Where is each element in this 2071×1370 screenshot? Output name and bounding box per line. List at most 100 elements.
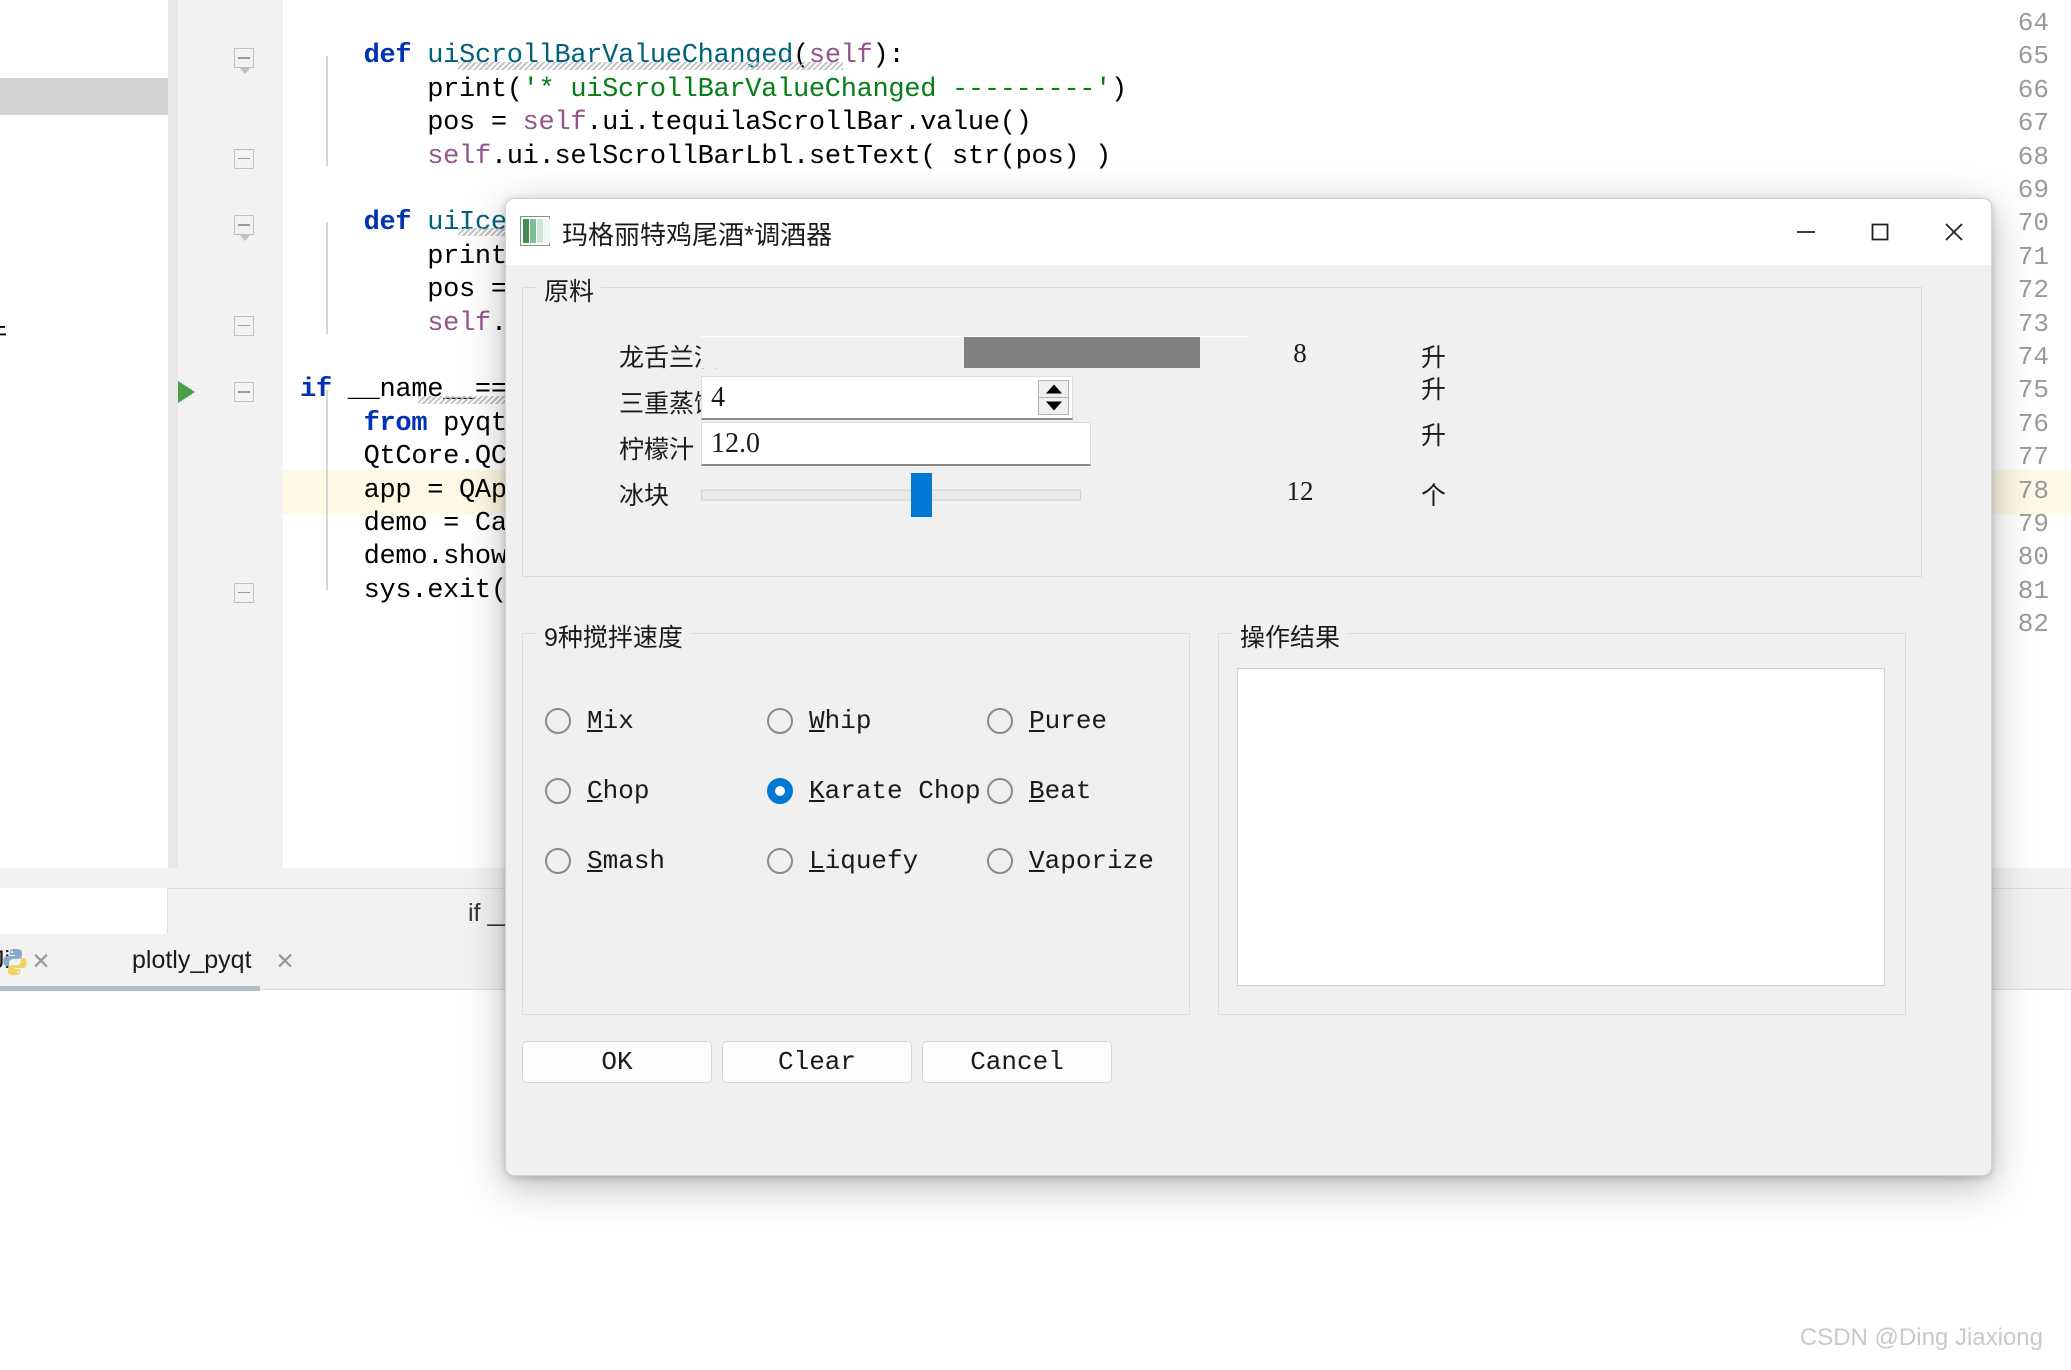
radio-label: Chop <box>587 776 649 806</box>
minimize-button[interactable] <box>1769 199 1843 265</box>
console-tab-plotly-pyqt[interactable]: plotly_pyqt <box>132 946 252 975</box>
radio-vaporize[interactable]: Vaporize <box>987 846 1154 876</box>
breadcrumb-left-filler <box>0 888 168 934</box>
radio-puree[interactable]: Puree <box>987 706 1107 736</box>
spinbox-down-button[interactable] <box>1038 398 1069 415</box>
cancel-button[interactable]: Cancel <box>922 1041 1112 1083</box>
slider-groove <box>701 490 1081 501</box>
dialog-titlebar[interactable]: 玛格丽特鸡尾酒*调酒器 <box>506 199 1991 265</box>
speed-group: 9种搅拌速度 MixWhipPureeChopKarate ChopBeatSm… <box>522 633 1190 1015</box>
code-line: app = QAp <box>300 476 507 506</box>
line-number: 70 <box>1989 208 2049 238</box>
line-number: 66 <box>1989 75 2049 105</box>
result-group-title: 操作结果 <box>1233 618 1347 654</box>
radio-smash[interactable]: Smash <box>545 846 665 876</box>
sidebar-item[interactable]: 包exe文件 <box>0 314 7 350</box>
spinbox-up-button[interactable] <box>1038 380 1069 398</box>
ingredients-group: 原料 龙舌兰酒 8 升 三重蒸馏酒 4 升 <box>522 287 1922 577</box>
radio-circle-icon[interactable] <box>545 708 571 734</box>
code-line: sys.exit( <box>300 576 507 606</box>
code-line: self.ui.selScrollBarLbl.setText( str(pos… <box>300 142 1111 172</box>
ice-slider[interactable] <box>701 464 1081 526</box>
radio-circle-icon[interactable] <box>987 778 1013 804</box>
editor-gutter[interactable] <box>178 0 283 888</box>
value-ice: 12 <box>1245 476 1355 507</box>
unit-ice: 个 <box>1421 476 1446 512</box>
value-tequila: 8 <box>1245 338 1355 369</box>
unit-triple-sec: 升 <box>1421 370 1446 406</box>
line-number: 81 <box>1989 576 2049 606</box>
radio-circle-icon[interactable] <box>767 708 793 734</box>
fold-toggle[interactable] <box>234 316 254 336</box>
indent-guide <box>326 56 328 166</box>
close-icon[interactable]: ✕ <box>274 950 296 972</box>
watermark: CSDN @Ding Jiaxiong <box>1800 1324 2043 1352</box>
radio-chop[interactable]: Chop <box>545 776 649 806</box>
code-line: QtCore.QC <box>300 442 507 472</box>
sidebar-item[interactable]: nUi.py <box>0 78 168 115</box>
triple-sec-spinbox[interactable]: 4 <box>701 376 1073 420</box>
scrollbar-thumb[interactable] <box>964 337 1200 368</box>
radio-whip[interactable]: Whip <box>767 706 871 736</box>
close-icon <box>1941 219 1967 245</box>
radio-label: Whip <box>809 706 871 736</box>
triple-sec-value: 4 <box>711 382 725 414</box>
cocktail-mixer-dialog[interactable]: 玛格丽特鸡尾酒*调酒器 原料 <box>505 198 1992 1176</box>
line-number: 72 <box>1989 275 2049 305</box>
ok-button[interactable]: OK <box>522 1041 712 1083</box>
line-number: 79 <box>1989 509 2049 539</box>
radio-circle-icon[interactable] <box>545 848 571 874</box>
radio-circle-icon[interactable] <box>987 708 1013 734</box>
line-number: 73 <box>1989 309 2049 339</box>
clear-button[interactable]: Clear <box>722 1041 912 1083</box>
speed-group-title: 9种搅拌速度 <box>537 618 690 654</box>
close-button[interactable] <box>1917 199 1991 265</box>
result-textarea[interactable] <box>1237 668 1885 986</box>
radio-label: Karate Chop <box>809 776 981 806</box>
slider-handle[interactable] <box>911 473 932 517</box>
line-number: 77 <box>1989 442 2049 472</box>
ingredients-group-title: 原料 <box>537 272 601 308</box>
dialog-title: 玛格丽特鸡尾酒*调酒器 <box>562 215 832 252</box>
fold-toggle[interactable] <box>234 48 254 68</box>
project-sidebar[interactable]: ewnUi.pypyui示包exe文件法 <box>0 0 168 918</box>
close-icon[interactable]: ✕ <box>30 950 52 972</box>
fold-toggle[interactable] <box>234 382 254 402</box>
spinbox-buttons[interactable] <box>1038 380 1069 415</box>
radio-circle-icon[interactable] <box>767 848 793 874</box>
code-line: print <box>300 242 507 272</box>
radio-circle-icon[interactable] <box>545 778 571 804</box>
tequila-scrollbar[interactable] <box>701 336 1249 368</box>
radio-label: Liquefy <box>809 846 918 876</box>
screen: ewnUi.pypyui示包exe文件法 6465666768697071727… <box>0 0 2071 1370</box>
maximize-button[interactable] <box>1843 199 1917 265</box>
result-group: 操作结果 <box>1218 633 1906 1015</box>
line-number: 76 <box>1989 409 2049 439</box>
lime-juice-input[interactable]: 12.0 <box>701 422 1091 466</box>
radio-beat[interactable]: Beat <box>987 776 1091 806</box>
maximize-icon <box>1867 219 1893 245</box>
line-number: 80 <box>1989 542 2049 572</box>
line-number: 82 <box>1989 609 2049 639</box>
code-line: pos = self.ui.tequilaScrollBar.value() <box>300 108 1032 138</box>
radio-mix[interactable]: Mix <box>545 706 634 736</box>
radio-karate-chop[interactable]: Karate Chop <box>767 776 981 806</box>
fold-toggle[interactable] <box>234 149 254 169</box>
indent-guide <box>326 222 328 334</box>
fold-toggle[interactable] <box>234 215 254 235</box>
run-gutter-icon[interactable] <box>178 381 195 403</box>
radio-label: Beat <box>1029 776 1091 806</box>
code-line: self. <box>300 309 507 339</box>
line-number: 64 <box>1989 8 2049 38</box>
code-line: from pyqt <box>300 409 507 439</box>
line-number: 74 <box>1989 342 2049 372</box>
fold-toggle[interactable] <box>234 583 254 603</box>
radio-circle-icon[interactable] <box>767 778 793 804</box>
line-number: 78 <box>1989 476 2049 506</box>
code-line: pos = <box>300 275 507 305</box>
unit-tequila: 升 <box>1421 338 1446 374</box>
radio-circle-icon[interactable] <box>987 848 1013 874</box>
sidebar-edge <box>168 0 178 918</box>
radio-liquefy[interactable]: Liquefy <box>767 846 918 876</box>
line-number: 68 <box>1989 142 2049 172</box>
